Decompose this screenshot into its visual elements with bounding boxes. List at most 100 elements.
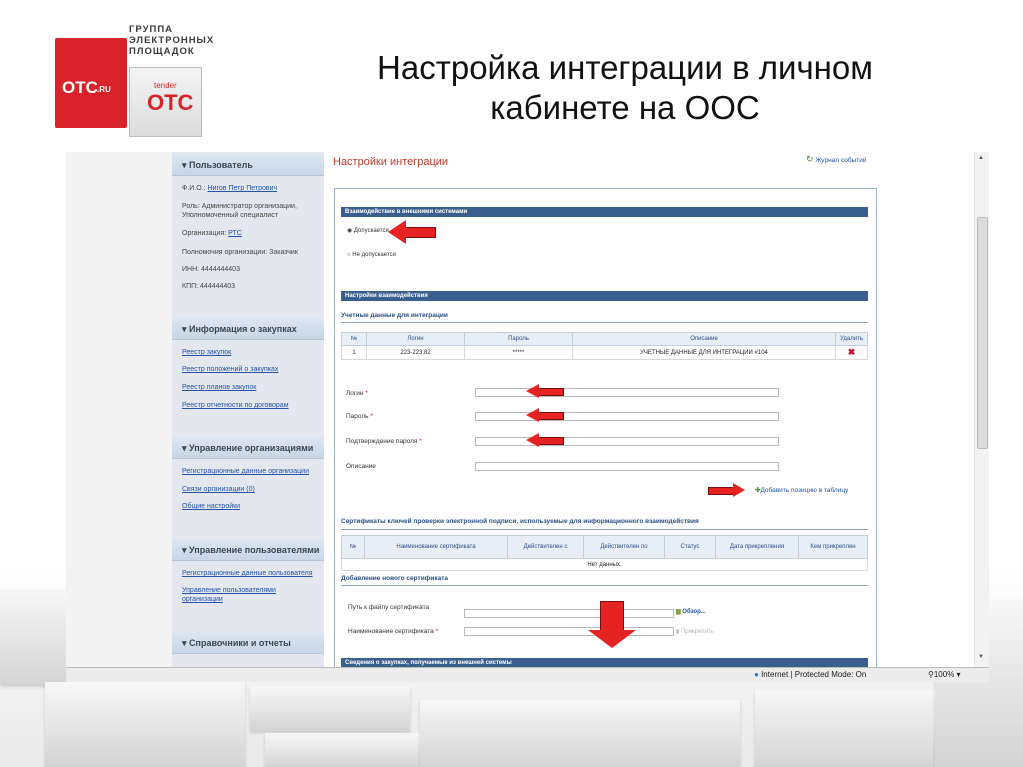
sidebar-user-header[interactable]: ▾ Пользователь: [172, 154, 324, 176]
browse-button[interactable]: ▆ Обзор...: [676, 608, 706, 615]
tender-logo-box: tender ОТС: [129, 67, 202, 137]
user-role: Роль: Администратор организации,: [182, 203, 297, 210]
login-input[interactable]: [475, 388, 779, 397]
sidebar-link[interactable]: организации: [182, 596, 223, 603]
cert-name-input[interactable]: [464, 627, 674, 636]
arrow-head: [526, 433, 539, 447]
browser-status-bar: ● Internet | Protected Mode: On ⚲100% ▾: [66, 667, 989, 682]
cert-path-label: Путь к файлу сертификата: [348, 604, 430, 611]
col-header[interactable]: Пароль: [464, 332, 573, 346]
otc-logo-suffix: .RU: [97, 85, 111, 94]
arrow-head: [733, 483, 745, 497]
arrow-head: [526, 384, 539, 398]
col-header[interactable]: Логин: [366, 332, 465, 346]
background-block: [420, 700, 740, 767]
arrow-head: [526, 408, 539, 422]
user-powers: Полномочия организации: Заказчик: [182, 249, 298, 256]
scroll-down-icon[interactable]: ▼: [978, 654, 984, 660]
sidebar: ▾ Пользователь Ф.И.О.: Нигов Петр Петров…: [172, 152, 324, 667]
sidebar-link[interactable]: Регистрационные данные организации: [182, 468, 309, 475]
radio-denied[interactable]: ○ Не допускается: [347, 252, 396, 258]
new-cert-header: Добавление нового сертификата: [341, 575, 449, 582]
password-label: Пароль *: [346, 413, 373, 420]
radio-allowed[interactable]: ◉ Допускается: [347, 227, 389, 234]
col-header: Удалить: [835, 332, 868, 346]
cell-desc: УЧЕТНЫЕ ДАННЫЕ ДЛЯ ИНТЕГРАЦИИ #104: [572, 345, 836, 360]
otc-logo-text: ОТС: [62, 78, 98, 97]
zoom-control[interactable]: ⚲100% ▾: [928, 670, 961, 679]
col-header: №: [341, 535, 365, 559]
interaction-section-bar: Взаимодействие в внешними системами: [341, 207, 868, 217]
confirm-password-input[interactable]: [475, 437, 779, 446]
arrow-shaft: [538, 437, 564, 445]
user-inn: ИНН: 4444444403: [182, 266, 240, 273]
sidebar-link[interactable]: Реестр закупок: [182, 349, 231, 356]
tender-logo-small: tender: [154, 81, 177, 90]
table-row[interactable]: 1 223-223.82 ***** УЧЕТНЫЕ ДАННЫЕ ДЛЯ ИН…: [341, 345, 868, 360]
sidebar-link[interactable]: Общие настройки: [182, 503, 240, 510]
chevron-down-icon: ▾: [182, 638, 190, 648]
col-header: Кем прикреплен: [798, 535, 868, 559]
sidebar-link[interactable]: Реестр положений о закупках: [182, 366, 278, 373]
user-org: Организация: РТС: [182, 230, 242, 237]
attach-button[interactable]: ▮ Прикрепить: [676, 628, 714, 635]
sidebar-purchases-header[interactable]: ▾ Информация о закупках: [172, 318, 324, 340]
delete-icon[interactable]: ✖: [848, 347, 856, 357]
radio-unchecked-icon: ○: [347, 252, 351, 258]
sidebar-link[interactable]: Регистрационные данные пользователя: [182, 570, 313, 577]
description-input[interactable]: [475, 462, 779, 471]
table-row: Нет данных.: [341, 558, 868, 571]
cell-login: 223-223.82: [366, 345, 465, 360]
background-block: [265, 733, 420, 767]
divider: [341, 529, 868, 530]
certs-table: № Наименование сертификата Действителен …: [341, 535, 868, 571]
cert-path-input[interactable]: [464, 609, 674, 618]
radio-checked-icon: ◉: [347, 228, 353, 234]
logo-group-text: ГРУППА ЭЛЕКТРОННЫХ ПЛОЩАДОК: [129, 24, 215, 57]
arrow-head: [588, 630, 636, 648]
scrollbar-thumb[interactable]: [977, 217, 988, 449]
credentials-header: Учетные данные для интеграции: [341, 312, 448, 319]
sidebar-refs-header[interactable]: ▾ Справочники и отчеты: [172, 632, 324, 654]
password-input[interactable]: [475, 412, 779, 421]
paperclip-icon: ▮: [676, 629, 680, 635]
sidebar-link[interactable]: Реестр планов закупок: [182, 384, 256, 391]
scroll-up-icon[interactable]: ▲: [978, 155, 984, 161]
tender-logo-big: ОТС: [147, 90, 194, 115]
events-link[interactable]: ↻ Журнал событий: [806, 154, 866, 165]
col-header: Действителен с: [507, 535, 584, 559]
sidebar-link[interactable]: Реестр отчетности по договорам: [182, 402, 289, 409]
company-logo: ГРУППА ЭЛЕКТРОННЫХ ПЛОЩАДОК ОТС .RU tend…: [55, 20, 225, 140]
chevron-down-icon: ▾: [182, 160, 190, 170]
otc-logo-box: ОТС .RU: [55, 38, 127, 128]
col-header[interactable]: №: [341, 332, 367, 346]
vertical-scrollbar[interactable]: ▲ ▼: [974, 152, 989, 664]
col-header[interactable]: Описание: [572, 332, 836, 346]
table-header-row: № Логин Пароль Описание Удалить: [341, 332, 868, 346]
add-row-link[interactable]: ✚Добавить позицию в таблицу: [755, 486, 848, 494]
user-role-2: Уполномоченный специалист: [182, 212, 278, 219]
sidebar-users-header[interactable]: ▾ Управление пользователями: [172, 539, 324, 561]
sidebar-link[interactable]: Связи организации (0): [182, 486, 255, 493]
credentials-table: № Логин Пароль Описание Удалить 1 223-22…: [341, 332, 868, 360]
col-header: Статус: [664, 535, 716, 559]
sidebar-org-header[interactable]: ▾ Управление организациями: [172, 437, 324, 459]
user-org-link[interactable]: РТС: [228, 230, 242, 237]
security-zone: ● Internet | Protected Mode: On: [754, 670, 867, 679]
background-block: [45, 682, 245, 767]
slide-title: Настройка интеграции в личном кабинете н…: [377, 49, 873, 126]
cert-name-label: Наименование сертификата *: [348, 628, 439, 635]
col-header: Дата прикрепления: [715, 535, 799, 559]
folder-icon: ▆: [676, 609, 681, 615]
user-fio: Ф.И.О.: Нигов Петр Петрович: [182, 185, 278, 192]
empty-row: Нет данных.: [341, 558, 868, 571]
certs-header: Сертификаты ключей проверки электронной …: [341, 518, 699, 525]
browser-screenshot: ▾ Пользователь Ф.И.О.: Нигов Петр Петров…: [66, 152, 989, 682]
user-fio-link[interactable]: Нигов Петр Петрович: [208, 185, 278, 192]
background-block: [250, 686, 410, 731]
arrow-shaft: [600, 601, 624, 631]
table-header-row: № Наименование сертификата Действителен …: [341, 535, 868, 559]
col-header: Наименование сертификата: [364, 535, 508, 559]
divider: [341, 585, 868, 586]
sidebar-link[interactable]: Управление пользователями: [182, 587, 276, 594]
